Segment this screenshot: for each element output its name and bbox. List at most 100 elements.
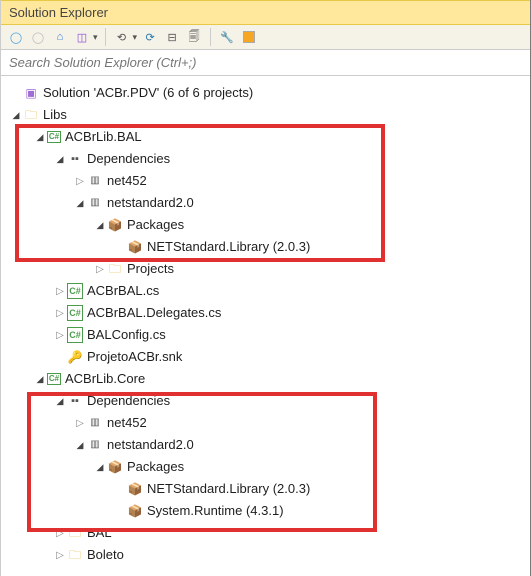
framework-icon: ▥ [87,173,103,189]
project-node[interactable]: C# ACBrLib.BAL [5,126,526,148]
libs-folder[interactable]: 🗀 Libs [5,104,526,126]
expand-toggle[interactable] [93,214,107,236]
framework-label: net452 [107,412,147,434]
cs-icon: C# [67,327,83,343]
package-folder-icon: 📦 [107,459,123,475]
folder-icon: 🗀 [107,261,123,277]
panel-title: Solution Explorer [1,0,530,25]
toolbar: ◯ ◯ ⌂ ◫ ▾ ⟲ ▾ ⟳ ⊟ 🗐 🔧 [1,25,530,50]
package-item[interactable]: 📦 NETStandard.Library (2.0.3) [5,236,526,258]
collapse-all-button[interactable]: ⊟ [163,28,181,46]
framework-node[interactable]: ▥ netstandard2.0 [5,434,526,456]
expand-toggle[interactable] [93,456,107,478]
expand-toggle[interactable] [9,104,23,126]
solution-icon: ▣ [23,85,39,101]
cs-file[interactable]: C# BALConfig.cs [5,324,526,346]
folder-label: BAL [87,522,112,544]
expand-toggle[interactable] [73,192,87,214]
solution-tree: ▣ Solution 'ACBr.PDV' (6 of 6 projects) … [1,76,530,572]
properties-button[interactable]: 🔧 [218,28,236,46]
expand-toggle[interactable] [53,302,67,325]
package-icon: 📦 [127,239,143,255]
framework-icon: ▥ [87,195,103,211]
separator [210,28,211,46]
folder-label: Boleto [87,544,124,566]
key-icon: 🔑 [67,349,83,365]
framework-label: netstandard2.0 [107,434,194,456]
cs-file[interactable]: C# ACBrBAL.Delegates.cs [5,302,526,324]
pending-changes-button[interactable]: ⟲ [113,28,131,46]
snk-file[interactable]: 🔑 ProjetoACBr.snk [5,346,526,368]
folder-icon: 🗀 [23,107,39,123]
projects-label: Projects [127,258,174,280]
dependencies-label: Dependencies [87,390,170,412]
solution-node[interactable]: ▣ Solution 'ACBr.PDV' (6 of 6 projects) [5,82,526,104]
back-button[interactable]: ◯ [7,28,25,46]
expand-toggle[interactable] [33,368,47,390]
package-icon: 📦 [127,503,143,519]
expand-toggle[interactable] [53,522,67,545]
refresh-button[interactable]: ⟳ [141,28,159,46]
dependencies-icon: ▪▪ [67,151,83,167]
file-label: ACBrBAL.cs [87,280,159,302]
dependencies-node[interactable]: ▪▪ Dependencies [5,390,526,412]
framework-label: net452 [107,170,147,192]
package-label: System.Runtime (4.3.1) [147,500,284,522]
folder-label: Libs [43,104,67,126]
expand-toggle[interactable] [53,148,67,170]
expand-toggle[interactable] [53,280,67,303]
expand-toggle[interactable] [53,324,67,347]
project-label: ACBrLib.BAL [65,126,142,148]
expand-toggle[interactable] [53,390,67,412]
expand-toggle[interactable] [33,126,47,148]
file-label: BALConfig.cs [87,324,166,346]
framework-icon: ▥ [87,437,103,453]
package-icon: 📦 [127,481,143,497]
cs-file[interactable]: C# ACBrBAL.cs [5,280,526,302]
packages-node[interactable]: 📦 Packages [5,214,526,236]
dependencies-label: Dependencies [87,148,170,170]
packages-node[interactable]: 📦 Packages [5,456,526,478]
framework-node[interactable]: ▥ net452 [5,412,526,434]
framework-node[interactable]: ▥ net452 [5,170,526,192]
csproj-icon: C# [47,373,61,385]
packages-label: Packages [127,456,184,478]
folder-node[interactable]: 🗀 Boleto [5,544,526,566]
packages-label: Packages [127,214,184,236]
show-all-files-button[interactable]: 🗐 [185,28,203,46]
project-node[interactable]: C# ACBrLib.Core [5,368,526,390]
cs-icon: C# [67,305,83,321]
package-folder-icon: 📦 [107,217,123,233]
panel-title-text: Solution Explorer [9,5,108,20]
separator [105,28,106,46]
home-button[interactable]: ⌂ [51,28,69,46]
preview-icon [243,31,255,43]
expand-toggle[interactable] [73,412,87,435]
switch-view-dropdown[interactable]: ▾ [93,32,98,43]
expand-toggle[interactable] [93,258,107,281]
csproj-icon: C# [47,131,61,143]
file-label: ProjetoACBr.snk [87,346,182,368]
folder-icon: 🗀 [67,547,83,563]
folder-node[interactable]: 🗀 BAL [5,522,526,544]
package-item[interactable]: 📦 NETStandard.Library (2.0.3) [5,478,526,500]
dependencies-icon: ▪▪ [67,393,83,409]
preview-button[interactable] [240,28,258,46]
projects-ref-node[interactable]: 🗀 Projects [5,258,526,280]
dependencies-node[interactable]: ▪▪ Dependencies [5,148,526,170]
pending-dropdown[interactable]: ▾ [133,32,138,43]
package-item[interactable]: 📦 System.Runtime (4.3.1) [5,500,526,522]
expand-toggle[interactable] [73,170,87,193]
search-container [1,50,530,76]
solution-label: Solution 'ACBr.PDV' (6 of 6 projects) [43,82,253,104]
expand-toggle[interactable] [53,544,67,567]
framework-node[interactable]: ▥ netstandard2.0 [5,192,526,214]
package-label: NETStandard.Library (2.0.3) [147,236,310,258]
forward-button[interactable]: ◯ [29,28,47,46]
package-label: NETStandard.Library (2.0.3) [147,478,310,500]
search-input[interactable] [1,50,530,75]
project-label: ACBrLib.Core [65,368,145,390]
switch-view-button[interactable]: ◫ [73,28,91,46]
framework-icon: ▥ [87,415,103,431]
expand-toggle[interactable] [73,434,87,456]
